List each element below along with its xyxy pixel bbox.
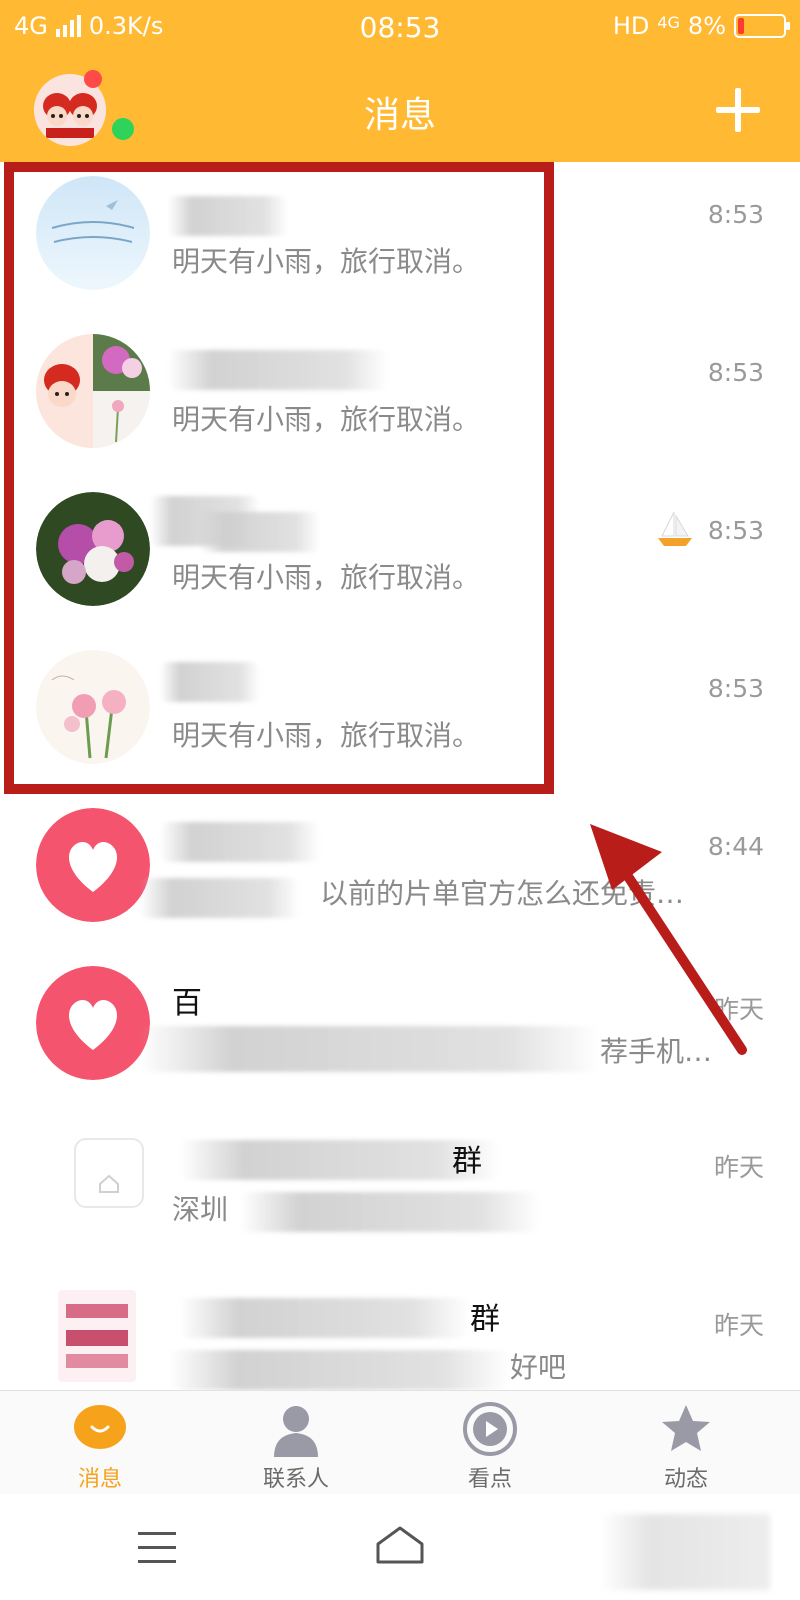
tab-moments[interactable]: 动态: [626, 1401, 746, 1492]
battery-percent: 8%: [687, 12, 726, 40]
chat-time: 昨天: [713, 1153, 764, 1182]
system-nav: [0, 1494, 800, 1600]
chat-time: 8:53: [707, 674, 764, 703]
heart-icon: [36, 808, 150, 922]
status-right: HD 4G 8%: [612, 12, 790, 40]
page-title: 消息: [363, 95, 436, 136]
chat-name: 群: [470, 1302, 500, 1337]
chat-time: 昨天: [713, 995, 764, 1024]
star-icon: [662, 1405, 710, 1451]
network-right: 4G: [657, 12, 680, 32]
chat-time: 8:53: [707, 358, 764, 387]
chat-item[interactable]: 群 深圳 昨天: [0, 1110, 800, 1268]
redacted-name: [180, 1298, 470, 1338]
chat-name: 群: [452, 1144, 482, 1179]
sailboat-icon: [658, 511, 692, 546]
add-button[interactable]: [716, 88, 760, 132]
chat-avatar: [36, 808, 150, 922]
tab-bar: 消息 联系人 看点 动态: [0, 1390, 800, 1494]
hd-label: HD: [612, 12, 650, 40]
chat-item[interactable]: 以前的片单官方怎么还免责… 8:44: [0, 794, 800, 952]
chat-name: 百: [172, 986, 202, 1021]
highlight-box: [4, 162, 554, 794]
home-icon[interactable]: [374, 1524, 426, 1568]
tab-label: 消息: [77, 1467, 122, 1492]
group-avatar: [58, 1290, 136, 1382]
redacted-text: [240, 1192, 540, 1232]
chat-item[interactable]: 百 荐手机… 昨天: [0, 952, 800, 1110]
tab-label: 联系人: [262, 1467, 329, 1492]
chat-time: 8:44: [707, 832, 764, 861]
play-circle-icon: [463, 1402, 517, 1456]
chat-time: 8:53: [707, 200, 764, 229]
redacted-name: [160, 822, 320, 862]
chat-preview: 好吧: [510, 1351, 567, 1384]
battery-icon: [734, 14, 790, 38]
chat-preview: 荐手机…: [600, 1035, 713, 1068]
redacted-text: [140, 1026, 600, 1072]
redacted-text: [170, 1350, 510, 1390]
chat-avatar: [36, 966, 150, 1080]
chat-preview: 深圳: [172, 1193, 229, 1226]
contact-person-icon: [274, 1406, 318, 1457]
tab-discover[interactable]: 看点: [430, 1401, 550, 1492]
nav-bar: 消息: [0, 56, 800, 162]
chat-time: 昨天: [713, 1311, 764, 1340]
menu-icon[interactable]: [138, 1532, 176, 1564]
header: 4G 0.3K/s 08:53 HD 4G 8% 消息: [0, 0, 800, 162]
chat-preview: 以前的片单官方怎么还免责…: [320, 877, 685, 910]
group-avatar: [74, 1138, 144, 1208]
tab-label: 动态: [663, 1467, 708, 1492]
tab-contacts[interactable]: 联系人: [236, 1401, 356, 1492]
chat-time: 8:53: [707, 516, 764, 545]
message-bubble-icon: [74, 1405, 126, 1449]
status-bar: 4G 0.3K/s 08:53 HD 4G 8%: [0, 0, 800, 56]
redacted-area: [600, 1514, 770, 1590]
chat-item[interactable]: 群 好吧 昨天: [0, 1268, 800, 1390]
heart-icon: [36, 966, 150, 1080]
redacted-text: [140, 878, 300, 918]
tab-messages[interactable]: 消息: [40, 1401, 160, 1492]
tab-label: 看点: [467, 1467, 512, 1492]
